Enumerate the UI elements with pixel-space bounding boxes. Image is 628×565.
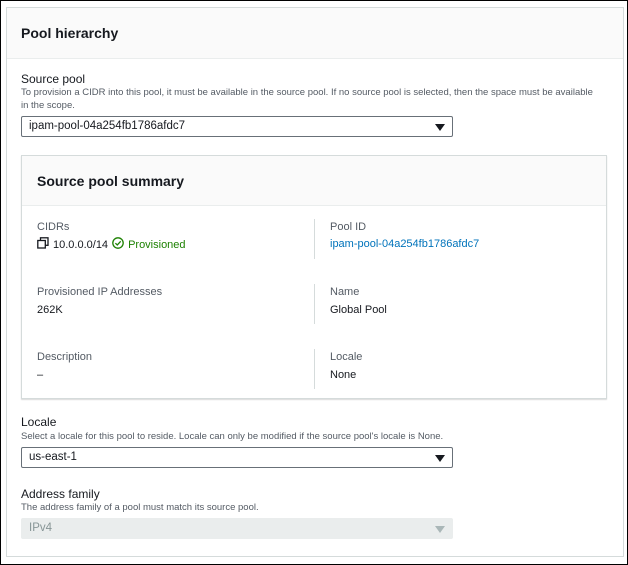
source-pool-label: Source pool <box>21 72 86 86</box>
copy-icon[interactable] <box>37 237 49 252</box>
column-divider <box>314 284 315 324</box>
summary-header: Source pool summary <box>22 156 606 206</box>
locale-selected-value: us-east-1 <box>29 451 77 463</box>
panel-title: Pool hierarchy <box>21 25 119 41</box>
panel-header: Pool hierarchy <box>7 8 623 59</box>
locale-summary-value: None <box>330 369 357 381</box>
locale-summary-label: Locale <box>330 351 363 363</box>
locale-description: Select a locale for this pool to reside.… <box>21 431 444 442</box>
column-divider <box>314 219 315 259</box>
summary-title: Source pool summary <box>37 173 185 189</box>
check-circle-icon <box>112 237 124 252</box>
cidr-row: 10.0.0.0/14 Provisioned <box>37 237 186 252</box>
locale-select[interactable]: us-east-1 <box>21 447 453 468</box>
address-family-description: The address family of a pool must match … <box>21 502 259 513</box>
name-label: Name <box>330 286 360 298</box>
address-family-label: Address family <box>21 487 100 501</box>
address-family-value: IPv4 <box>29 522 53 534</box>
source-pool-summary: Source pool summary CIDRs 10.0.0.0/14 Pr… <box>21 155 607 399</box>
locale-label: Locale <box>21 415 57 429</box>
caret-down-icon <box>435 124 445 131</box>
description-label: Description <box>37 351 93 363</box>
provisioned-ip-label: Provisioned IP Addresses <box>37 286 163 298</box>
window-frame: Pool hierarchy Source pool To provision … <box>0 0 628 565</box>
name-value: Global Pool <box>330 304 387 316</box>
pool-id-label: Pool ID <box>330 221 367 233</box>
pool-hierarchy-panel: Pool hierarchy Source pool To provision … <box>6 7 624 557</box>
cidrs-label: CIDRs <box>37 221 70 233</box>
cidr-status: Provisioned <box>128 238 186 251</box>
description-value: – <box>37 369 44 381</box>
pool-id-link[interactable]: ipam-pool-04a254fb1786afdc7 <box>330 238 479 250</box>
cidr-value: 10.0.0.0/14 <box>53 238 109 251</box>
caret-down-icon <box>435 455 445 462</box>
column-divider <box>314 349 315 389</box>
provisioned-ip-value: 262K <box>37 304 63 316</box>
source-pool-selected-value: ipam-pool-04a254fb1786afdc7 <box>29 120 186 132</box>
source-pool-select[interactable]: ipam-pool-04a254fb1786afdc7 <box>21 116 453 137</box>
caret-down-icon <box>435 526 445 533</box>
address-family-select: IPv4 <box>21 518 453 539</box>
source-pool-description: To provision a CIDR into this pool, it m… <box>21 87 593 111</box>
